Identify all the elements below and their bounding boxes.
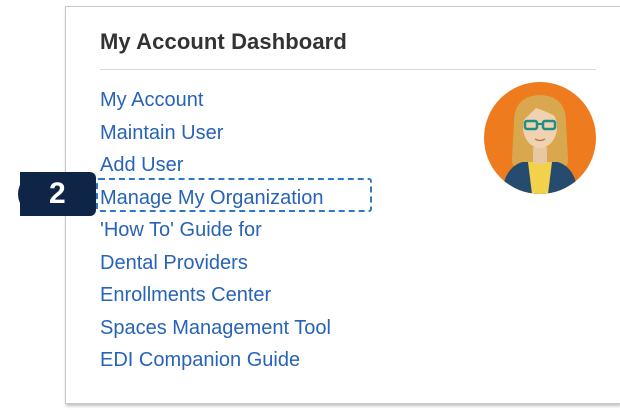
dashboard-link-list: My Account Maintain User Add User Manage… bbox=[100, 87, 331, 380]
title-divider bbox=[100, 69, 596, 70]
link-edi-companion-guide[interactable]: EDI Companion Guide bbox=[100, 347, 331, 380]
link-how-to-guide[interactable]: 'How To' Guide for bbox=[100, 217, 331, 250]
manage-organization-highlight bbox=[96, 178, 372, 212]
link-my-account[interactable]: My Account bbox=[100, 87, 331, 120]
screenshot-stage: My Account Dashboard My Account Maintain… bbox=[0, 0, 620, 410]
link-dental-providers[interactable]: Dental Providers bbox=[100, 250, 331, 283]
user-avatar-icon bbox=[484, 82, 596, 194]
link-maintain-user[interactable]: Maintain User bbox=[100, 120, 331, 153]
link-spaces-management-tool[interactable]: Spaces Management Tool bbox=[100, 315, 331, 348]
avatar-illustration bbox=[502, 95, 578, 194]
dashboard-title: My Account Dashboard bbox=[100, 29, 347, 54]
step-number-badge: 2 bbox=[18, 172, 96, 216]
link-enrollments-center[interactable]: Enrollments Center bbox=[100, 282, 331, 315]
